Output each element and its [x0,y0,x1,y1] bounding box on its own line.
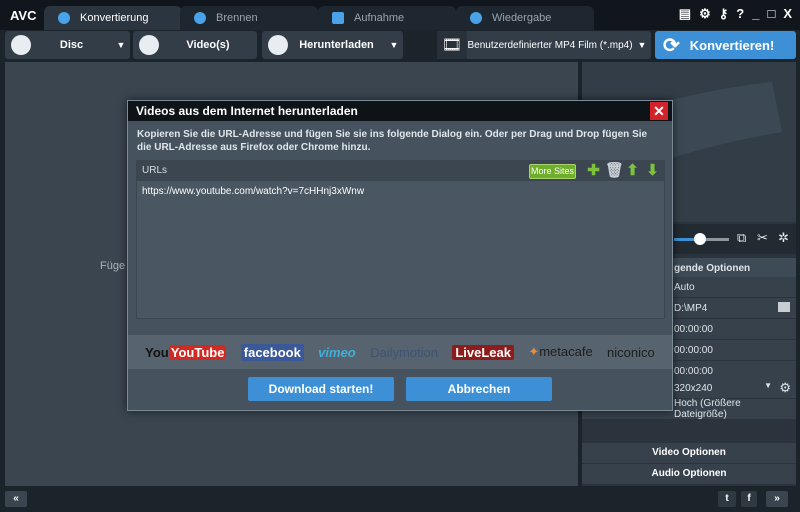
tab-label: Brennen [216,12,258,24]
gear-icon[interactable]: ⚙ [779,380,791,396]
twitter-icon[interactable]: t [718,491,736,507]
tab-label: Wiedergabe [492,12,552,24]
liveleak-logo: LiveLeak [452,344,514,360]
url-list-header: URLs [137,161,664,181]
film-icon: 🎞 [437,31,467,59]
chevron-down-icon[interactable]: ▼ [385,40,403,50]
tab-label: Aufnahme [354,12,405,24]
facebook-icon[interactable]: f [741,491,757,507]
key-icon[interactable]: ⚷ [719,6,729,22]
refresh-icon: ⟳ [663,34,680,57]
add-videos-button[interactable]: Video(s) [133,31,257,59]
youtube-logo: You YouTube [145,344,227,360]
niconico-logo: niconico [607,344,655,360]
dialog-close-button[interactable]: ✕ [650,102,668,120]
gear-icon[interactable]: ⚙ [699,6,711,22]
status-bar [0,488,800,512]
globe-add-icon [268,35,288,55]
chevron-down-icon: ▼ [637,40,647,50]
option-value: 320x240 [674,382,713,394]
expand-right-button[interactable]: » [766,491,788,507]
drop-hint: Füge [100,260,126,272]
tab-konvertierung[interactable]: Konvertierung [44,6,182,30]
arrow-down-icon[interactable]: ⬇ [645,163,660,179]
dailymotion-logo: Dailymotion [370,344,438,360]
film-add-icon [139,35,159,55]
tab-brennen[interactable]: Brennen [180,6,318,30]
metacafe-logo: ✦metacafe [528,344,593,359]
chevron-down-icon: ▼ [764,381,772,390]
videos-label: Video(s) [186,39,230,51]
vimeo-logo: vimeo [318,344,356,360]
add-icon[interactable]: ✚ [586,163,601,179]
app-logo: AVC [10,8,37,23]
disc-button[interactable]: Disc ▼ [5,31,130,59]
crop-icon[interactable]: ⧉ [737,230,746,246]
folder-icon[interactable] [778,302,790,312]
download-start-button[interactable]: Download starten! [248,377,394,401]
download-dialog: Videos aus dem Internet herunterladen ✕ … [127,100,673,411]
download-label: Herunterladen [299,39,374,51]
camera-icon [332,12,344,24]
format-label: Benutzerdefinierter MP4 Film (*.mp4) [467,39,633,51]
dialog-description: Kopieren Sie die URL-Adresse und fügen S… [137,129,648,153]
tab-label: Konvertierung [80,12,149,24]
supported-sites: You YouTube facebook vimeo Dailymotion Li… [128,335,672,369]
minimize-button[interactable]: _ [752,6,759,22]
disc-add-icon [11,35,31,55]
maximize-button[interactable]: □ [767,6,775,22]
facebook-logo: facebook [240,343,304,361]
trash-icon[interactable]: 🗑 [605,163,624,179]
scissors-icon[interactable]: ✂ [757,230,768,246]
arrow-up-icon[interactable]: ⬆ [625,163,640,179]
effects-icon[interactable]: ✲ [778,230,789,246]
help-button[interactable]: ? [736,6,744,22]
log-icon[interactable]: ▤ [679,6,691,22]
convert-label: Konvertieren! [689,37,775,53]
url-entry[interactable]: https://www.youtube.com/watch?v=7cHHnj3x… [142,186,364,197]
disc-label: Disc [59,39,84,51]
chevron-down-icon[interactable]: ▼ [112,40,130,50]
cancel-button[interactable]: Abbrechen [406,377,552,401]
disc-icon [194,12,206,24]
urls-label: URLs [142,165,168,176]
slider-handle[interactable] [694,233,706,245]
more-sites-button[interactable]: More Sites [529,164,576,179]
format-select[interactable]: 🎞 Benutzerdefinierter MP4 Film (*.mp4) ▼ [437,31,651,59]
download-button[interactable]: Herunterladen ▼ [262,31,403,59]
play-icon [470,12,482,24]
option-value: D:\MP4 [674,302,708,314]
convert-icon [58,12,70,24]
url-list[interactable]: URLs More Sites ✚ 🗑 ⬆ ⬇ https://www.yout… [136,160,665,319]
close-button[interactable]: X [783,6,792,22]
tab-aufnahme[interactable]: Aufnahme [318,6,456,30]
tab-wiedergabe[interactable]: Wiedergabe [456,6,594,30]
convert-button[interactable]: ⟳ Konvertieren! [655,31,796,59]
dialog-title: Videos aus dem Internet herunterladen [128,101,672,121]
video-options-button[interactable]: Video Optionen [582,443,796,463]
collapse-left-button[interactable]: « [5,491,27,507]
audio-options-button[interactable]: Audio Optionen [582,464,796,484]
